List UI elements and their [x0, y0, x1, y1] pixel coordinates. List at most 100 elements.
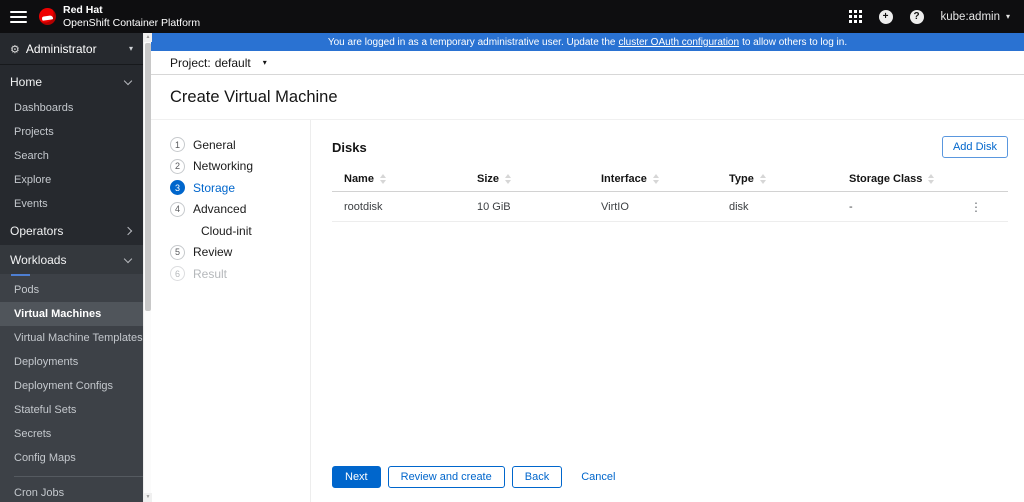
- sidebar-item-deployment-configs[interactable]: Deployment Configs: [0, 374, 143, 398]
- table-row: rootdisk 10 GiB VirtIO disk - ⋮: [332, 192, 1008, 222]
- sidebar-item-secrets[interactable]: Secrets: [0, 422, 143, 446]
- sidebar-nav: ⚙ Administrator ▾ Home Dashboards Projec…: [0, 33, 143, 502]
- sidebar-item-cron-jobs[interactable]: Cron Jobs: [0, 481, 143, 502]
- sidebar-item-search[interactable]: Search: [0, 144, 143, 168]
- step-number: 1: [170, 137, 185, 153]
- masthead: Red Hat OpenShift Container Platform + ?…: [0, 0, 1024, 33]
- nav-workloads-toggle[interactable]: Workloads: [0, 245, 143, 274]
- storage-step-content: Disks Add Disk Name Size Interface Type …: [311, 120, 1024, 502]
- masthead-left: Red Hat OpenShift Container Platform: [10, 4, 201, 29]
- help-icon[interactable]: ?: [909, 9, 924, 24]
- disk-type: disk: [729, 200, 749, 213]
- scroll-down-icon[interactable]: ▼: [144, 493, 152, 502]
- step-label: Result: [193, 266, 228, 281]
- step-number: 6: [170, 266, 185, 282]
- banner-text-after: to allow others to log in.: [742, 36, 848, 48]
- column-header-name: Name: [332, 173, 465, 185]
- sort-icon[interactable]: [379, 174, 386, 184]
- table-header-row: Name Size Interface Type Storage Class: [332, 168, 1008, 192]
- wizard-step-general[interactable]: 1 General: [170, 134, 310, 156]
- project-selector[interactable]: Project: default ▾: [151, 51, 1024, 75]
- caret-down-icon: ▾: [262, 57, 267, 67]
- sort-icon[interactable]: [759, 174, 766, 184]
- sidebar-item-events[interactable]: Events: [0, 192, 143, 216]
- step-label: Storage: [193, 180, 236, 195]
- nav-section-workloads: Workloads Pods Virtual Machines Virtual …: [0, 245, 143, 502]
- chevron-down-icon: ▾: [1005, 11, 1010, 21]
- kebab-menu-icon[interactable]: ⋮: [970, 201, 1008, 213]
- gears-icon: ⚙: [10, 43, 20, 56]
- wizard-step-cloud-init[interactable]: Cloud-init: [170, 220, 310, 242]
- sidebar-item-explore[interactable]: Explore: [0, 168, 143, 192]
- step-label: Networking: [193, 159, 254, 174]
- nav-section-label: Workloads: [10, 253, 67, 267]
- sidebar-item-stateful-sets[interactable]: Stateful Sets: [0, 398, 143, 422]
- openshift-console: Red Hat OpenShift Container Platform + ?…: [0, 0, 1024, 502]
- step-label: General: [193, 137, 236, 152]
- step-number: 3: [170, 180, 185, 196]
- sidebar-item-pods[interactable]: Pods: [0, 278, 143, 302]
- wizard-step-result: 6 Result: [170, 263, 310, 285]
- app-launcher-icon[interactable]: [848, 10, 862, 23]
- disk-name: rootdisk: [344, 200, 383, 213]
- wizard-step-storage[interactable]: 3 Storage: [170, 177, 310, 199]
- column-header-type: Type: [717, 173, 837, 185]
- brand-name: Red Hat: [63, 4, 103, 17]
- wizard-step-networking[interactable]: 2 Networking: [170, 156, 310, 178]
- step-label: Review: [193, 245, 233, 260]
- user-menu[interactable]: kube:admin ▾: [941, 11, 1010, 23]
- sidebar-item-deployments[interactable]: Deployments: [0, 350, 143, 374]
- back-button[interactable]: Back: [511, 466, 563, 488]
- scroll-up-icon[interactable]: ▲: [144, 33, 152, 42]
- column-header-size: Size: [465, 173, 589, 185]
- sidebar-item-virtual-machine-templates[interactable]: Virtual Machine Templates: [0, 326, 143, 350]
- sidebar-item-dashboards[interactable]: Dashboards: [0, 96, 143, 120]
- sidebar-item-config-maps[interactable]: Config Maps: [0, 446, 143, 470]
- brand-product: OpenShift Container Platform: [63, 16, 201, 29]
- login-notice-banner: You are logged in as a temporary adminis…: [151, 33, 1024, 51]
- sidebar-item-projects[interactable]: Projects: [0, 120, 143, 144]
- step-number: 2: [170, 158, 185, 174]
- add-disk-button[interactable]: Add Disk: [941, 136, 1008, 158]
- oauth-config-link[interactable]: cluster OAuth configuration: [618, 37, 739, 48]
- brand-logo[interactable]: Red Hat OpenShift Container Platform: [39, 4, 201, 29]
- sidebar-scrollbar[interactable]: ▲ ▼: [143, 33, 152, 502]
- redhat-logo-icon: [39, 8, 56, 25]
- cancel-button[interactable]: Cancel: [575, 467, 621, 487]
- sidebar-item-virtual-machines[interactable]: Virtual Machines: [0, 302, 143, 326]
- vm-wizard: 1 General 2 Networking 3 Storage 4 Advan…: [151, 120, 1024, 502]
- disk-size: 10 GiB: [477, 200, 511, 213]
- chevron-down-icon: [123, 76, 133, 85]
- step-label: Advanced: [193, 202, 247, 217]
- nav-home-toggle[interactable]: Home: [0, 67, 143, 96]
- username: kube:admin: [940, 10, 1000, 23]
- wizard-steps: 1 General 2 Networking 3 Storage 4 Advan…: [151, 120, 311, 502]
- perspective-switcher[interactable]: ⚙ Administrator ▾: [0, 33, 143, 65]
- sort-icon[interactable]: [505, 174, 512, 184]
- disk-storage-class: -: [849, 200, 853, 213]
- masthead-right: + ? kube:admin ▾: [848, 9, 1010, 24]
- page-title: Create Virtual Machine: [151, 75, 1024, 120]
- disks-title: Disks: [332, 139, 367, 155]
- nav-section-label: Home: [10, 75, 43, 89]
- review-and-create-button[interactable]: Review and create: [387, 466, 505, 488]
- nav-section-home: Home Dashboards Projects Search Explore …: [0, 65, 143, 216]
- banner-text-before: You are logged in as a temporary adminis…: [327, 36, 616, 48]
- add-icon[interactable]: +: [878, 9, 893, 24]
- wizard-step-review[interactable]: 5 Review: [170, 242, 310, 264]
- sort-icon[interactable]: [652, 174, 659, 184]
- step-number: 5: [170, 244, 185, 260]
- nav-operators-toggle[interactable]: Operators: [0, 216, 143, 245]
- chevron-right-icon: [123, 226, 133, 236]
- project-label: Project:: [170, 55, 211, 70]
- next-button[interactable]: Next: [332, 466, 381, 488]
- disk-interface: VirtIO: [601, 200, 629, 213]
- disks-header: Disks Add Disk: [332, 136, 1008, 158]
- scrollbar-thumb[interactable]: [145, 43, 151, 311]
- sort-icon[interactable]: [928, 174, 935, 184]
- wizard-step-advanced[interactable]: 4 Advanced: [170, 199, 310, 221]
- disks-table: Name Size Interface Type Storage Class r…: [332, 168, 1008, 222]
- menu-icon[interactable]: [10, 10, 27, 23]
- nav-section-label: Operators: [10, 224, 64, 238]
